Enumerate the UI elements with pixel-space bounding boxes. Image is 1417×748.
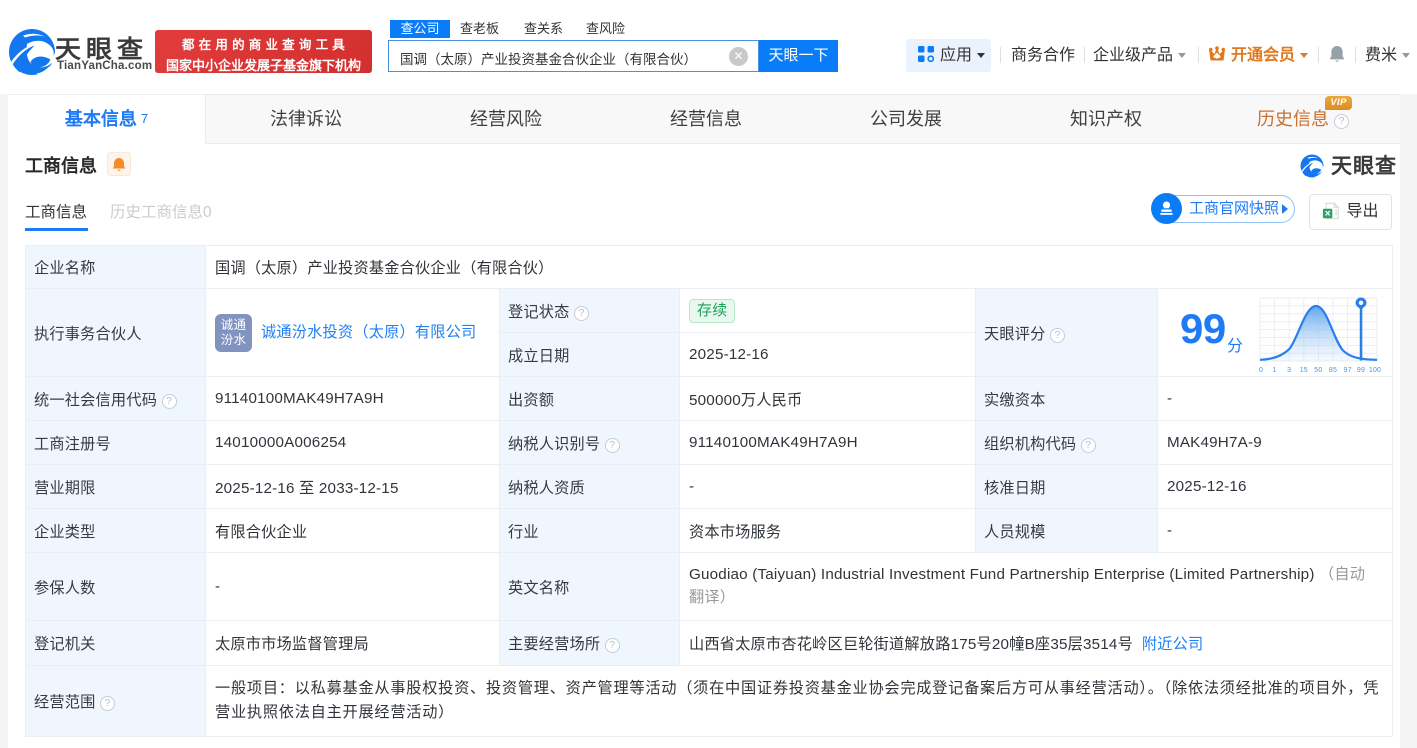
svg-text:85: 85	[1329, 367, 1337, 374]
svg-text:50: 50	[1314, 367, 1322, 374]
svg-text:15: 15	[1300, 367, 1308, 374]
svg-text:99: 99	[1357, 367, 1365, 374]
svg-text:97: 97	[1344, 367, 1352, 374]
svg-text:0: 0	[1259, 367, 1263, 374]
svg-text:1: 1	[1273, 367, 1277, 374]
svg-text:3: 3	[1287, 367, 1291, 374]
svg-text:100: 100	[1369, 367, 1381, 374]
